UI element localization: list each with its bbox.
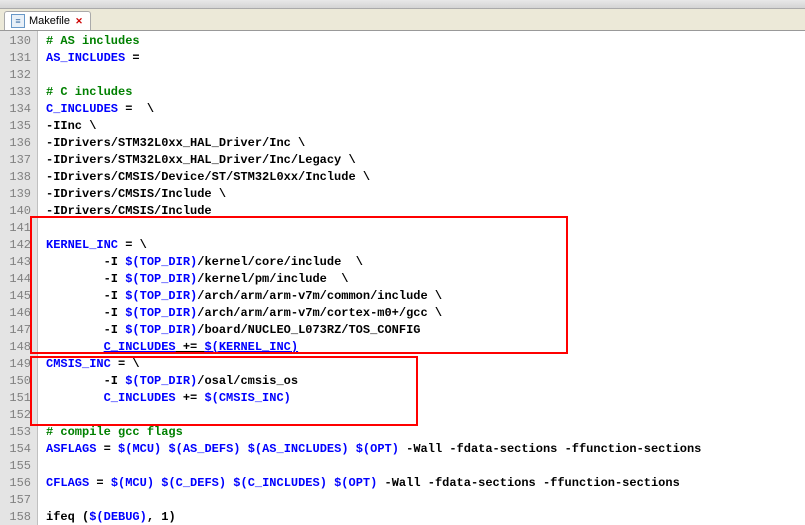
code-line[interactable]: -I $(TOP_DIR)/osal/cmsis_os [38,373,805,390]
code-line[interactable]: # compile gcc flags [38,424,805,441]
code-line[interactable] [38,407,805,424]
toolbar-strip [0,0,805,9]
line-number: 132 [0,67,37,84]
file-icon: ≡ [11,14,25,28]
code-line[interactable]: AS_INCLUDES = [38,50,805,67]
line-number: 145 [0,288,37,305]
code-line[interactable]: -I $(TOP_DIR)/kernel/core/include \ [38,254,805,271]
code-line[interactable]: C_INCLUDES += $(KERNEL_INC) [38,339,805,356]
line-number: 141 [0,220,37,237]
line-number: 152 [0,407,37,424]
code-line[interactable]: -I $(TOP_DIR)/kernel/pm/include \ [38,271,805,288]
code-line[interactable] [38,220,805,237]
line-number: 140 [0,203,37,220]
code-line[interactable] [38,492,805,509]
line-number: 151 [0,390,37,407]
code-line[interactable]: KERNEL_INC = \ [38,237,805,254]
line-number: 130 [0,33,37,50]
close-icon[interactable]: ✕ [74,16,84,26]
line-number: 136 [0,135,37,152]
line-number-gutter: 1301311321331341351361371381391401411421… [0,31,38,525]
line-number: 156 [0,475,37,492]
line-number: 134 [0,101,37,118]
line-number: 137 [0,152,37,169]
line-number: 155 [0,458,37,475]
tab-label: Makefile [29,15,70,27]
line-number: 144 [0,271,37,288]
code-line[interactable]: C_INCLUDES += $(CMSIS_INC) [38,390,805,407]
code-line[interactable]: -IDrivers/STM32L0xx_HAL_Driver/Inc \ [38,135,805,152]
line-number: 149 [0,356,37,373]
code-line[interactable]: -I $(TOP_DIR)/board/NUCLEO_L073RZ/TOS_CO… [38,322,805,339]
code-line[interactable]: -IDrivers/CMSIS/Include \ [38,186,805,203]
code-line[interactable]: -I $(TOP_DIR)/arch/arm/arm-v7m/cortex-m0… [38,305,805,322]
code-line[interactable] [38,458,805,475]
line-number: 139 [0,186,37,203]
code-line[interactable]: CMSIS_INC = \ [38,356,805,373]
code-line[interactable]: -IDrivers/CMSIS/Device/ST/STM32L0xx/Incl… [38,169,805,186]
tab-bar: ≡ Makefile ✕ [0,9,805,31]
code-area[interactable]: # AS includesAS_INCLUDES = # C includesC… [38,31,805,525]
line-number: 138 [0,169,37,186]
line-number: 143 [0,254,37,271]
code-line[interactable]: C_INCLUDES = \ [38,101,805,118]
line-number: 131 [0,50,37,67]
code-editor[interactable]: 1301311321331341351361371381391401411421… [0,31,805,525]
code-line[interactable]: ifeq ($(DEBUG), 1) [38,509,805,525]
line-number: 147 [0,322,37,339]
code-line[interactable]: -IInc \ [38,118,805,135]
code-line[interactable]: ASFLAGS = $(MCU) $(AS_DEFS) $(AS_INCLUDE… [38,441,805,458]
line-number: 148 [0,339,37,356]
line-number: 146 [0,305,37,322]
line-number: 133 [0,84,37,101]
line-number: 153 [0,424,37,441]
code-line[interactable] [38,67,805,84]
file-tab-makefile[interactable]: ≡ Makefile ✕ [4,11,91,30]
line-number: 142 [0,237,37,254]
code-line[interactable]: CFLAGS = $(MCU) $(C_DEFS) $(C_INCLUDES) … [38,475,805,492]
code-line[interactable]: # C includes [38,84,805,101]
code-line[interactable]: -IDrivers/STM32L0xx_HAL_Driver/Inc/Legac… [38,152,805,169]
line-number: 135 [0,118,37,135]
code-line[interactable]: -I $(TOP_DIR)/arch/arm/arm-v7m/common/in… [38,288,805,305]
line-number: 157 [0,492,37,509]
code-line[interactable]: -IDrivers/CMSIS/Include [38,203,805,220]
code-line[interactable]: # AS includes [38,33,805,50]
line-number: 150 [0,373,37,390]
line-number: 154 [0,441,37,458]
line-number: 158 [0,509,37,525]
